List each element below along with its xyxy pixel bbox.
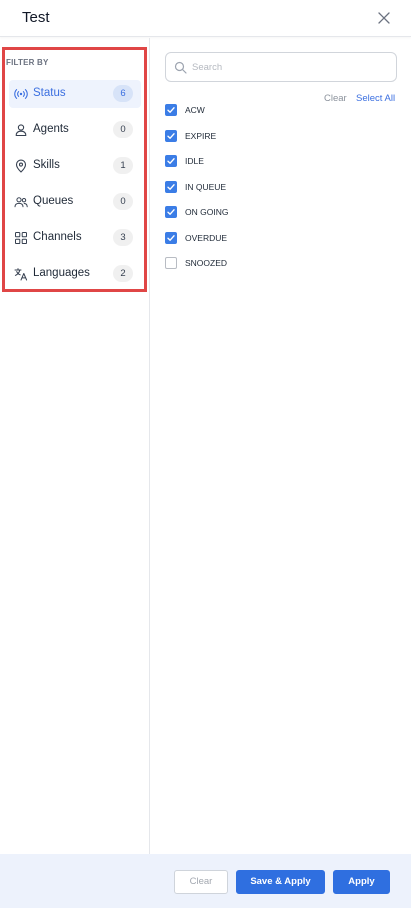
translate-icon [14, 268, 28, 281]
count-badge: 1 [113, 157, 133, 174]
sidebar-item-label: Languages [33, 267, 90, 279]
users-group-icon [14, 197, 28, 208]
filter-sidebar: FILTER BY Status 6 Agents 0 Skills 1 Que… [0, 38, 150, 854]
search-box [165, 52, 397, 82]
check-icon [167, 209, 175, 215]
broadcast-icon [14, 89, 28, 99]
clear-link[interactable]: Clear [324, 93, 347, 104]
option-label: IN QUEUE [185, 182, 227, 192]
option-label: EXPIRE [185, 131, 217, 141]
sidebar-item-skills[interactable]: Skills 1 [9, 152, 141, 180]
checkbox[interactable] [165, 155, 177, 167]
checkbox[interactable] [165, 257, 177, 269]
sidebar-item-label: Channels [33, 231, 82, 243]
count-badge: 3 [113, 229, 133, 246]
checkbox[interactable] [165, 104, 177, 116]
save-and-apply-button[interactable]: Save & Apply [236, 870, 325, 894]
count-badge: 2 [113, 265, 133, 282]
sidebar-item-languages[interactable]: Languages 2 [9, 260, 141, 288]
count-badge: 0 [113, 193, 133, 210]
select-all-link[interactable]: Select All [356, 93, 395, 104]
checkbox[interactable] [165, 181, 177, 193]
search-input[interactable] [192, 57, 390, 77]
apply-button[interactable]: Apply [333, 870, 390, 894]
clear-button[interactable]: Clear [174, 870, 228, 894]
grid-icon [15, 232, 27, 244]
option-label: ON GOING [185, 207, 229, 217]
check-icon [167, 158, 175, 164]
sidebar-item-label: Status [33, 87, 66, 99]
filter-options-panel: Clear Select All ACW EXPIRE IDLE IN QUEU… [151, 38, 411, 854]
checkbox[interactable] [165, 206, 177, 218]
dialog-footer: Clear Save & Apply Apply [0, 854, 411, 908]
location-pin-icon [15, 159, 27, 173]
option-label: SNOOZED [185, 258, 228, 268]
count-badge: 0 [113, 121, 133, 138]
sidebar-item-queues[interactable]: Queues 0 [9, 188, 141, 216]
option-label: ACW [185, 105, 205, 115]
sidebar-item-label: Queues [33, 195, 74, 207]
close-icon[interactable] [375, 9, 393, 27]
sidebar-item-status[interactable]: Status 6 [9, 80, 141, 108]
search-icon [174, 61, 187, 74]
check-icon [167, 107, 175, 113]
dialog-title: Test [22, 9, 50, 26]
filter-by-label: FILTER BY [6, 58, 49, 67]
sidebar-item-agents[interactable]: Agents 0 [9, 116, 141, 144]
check-icon [167, 184, 175, 190]
user-icon [15, 124, 27, 137]
checkbox[interactable] [165, 232, 177, 244]
check-icon [167, 235, 175, 241]
option-label: IDLE [185, 156, 204, 166]
checkbox[interactable] [165, 130, 177, 142]
sidebar-item-label: Skills [33, 159, 60, 171]
sidebar-item-channels[interactable]: Channels 3 [9, 224, 141, 252]
check-icon [167, 133, 175, 139]
dialog-header: Test [0, 0, 411, 37]
option-label: OVERDUE [185, 233, 228, 243]
sidebar-item-label: Agents [33, 123, 69, 135]
count-badge: 6 [113, 85, 133, 102]
